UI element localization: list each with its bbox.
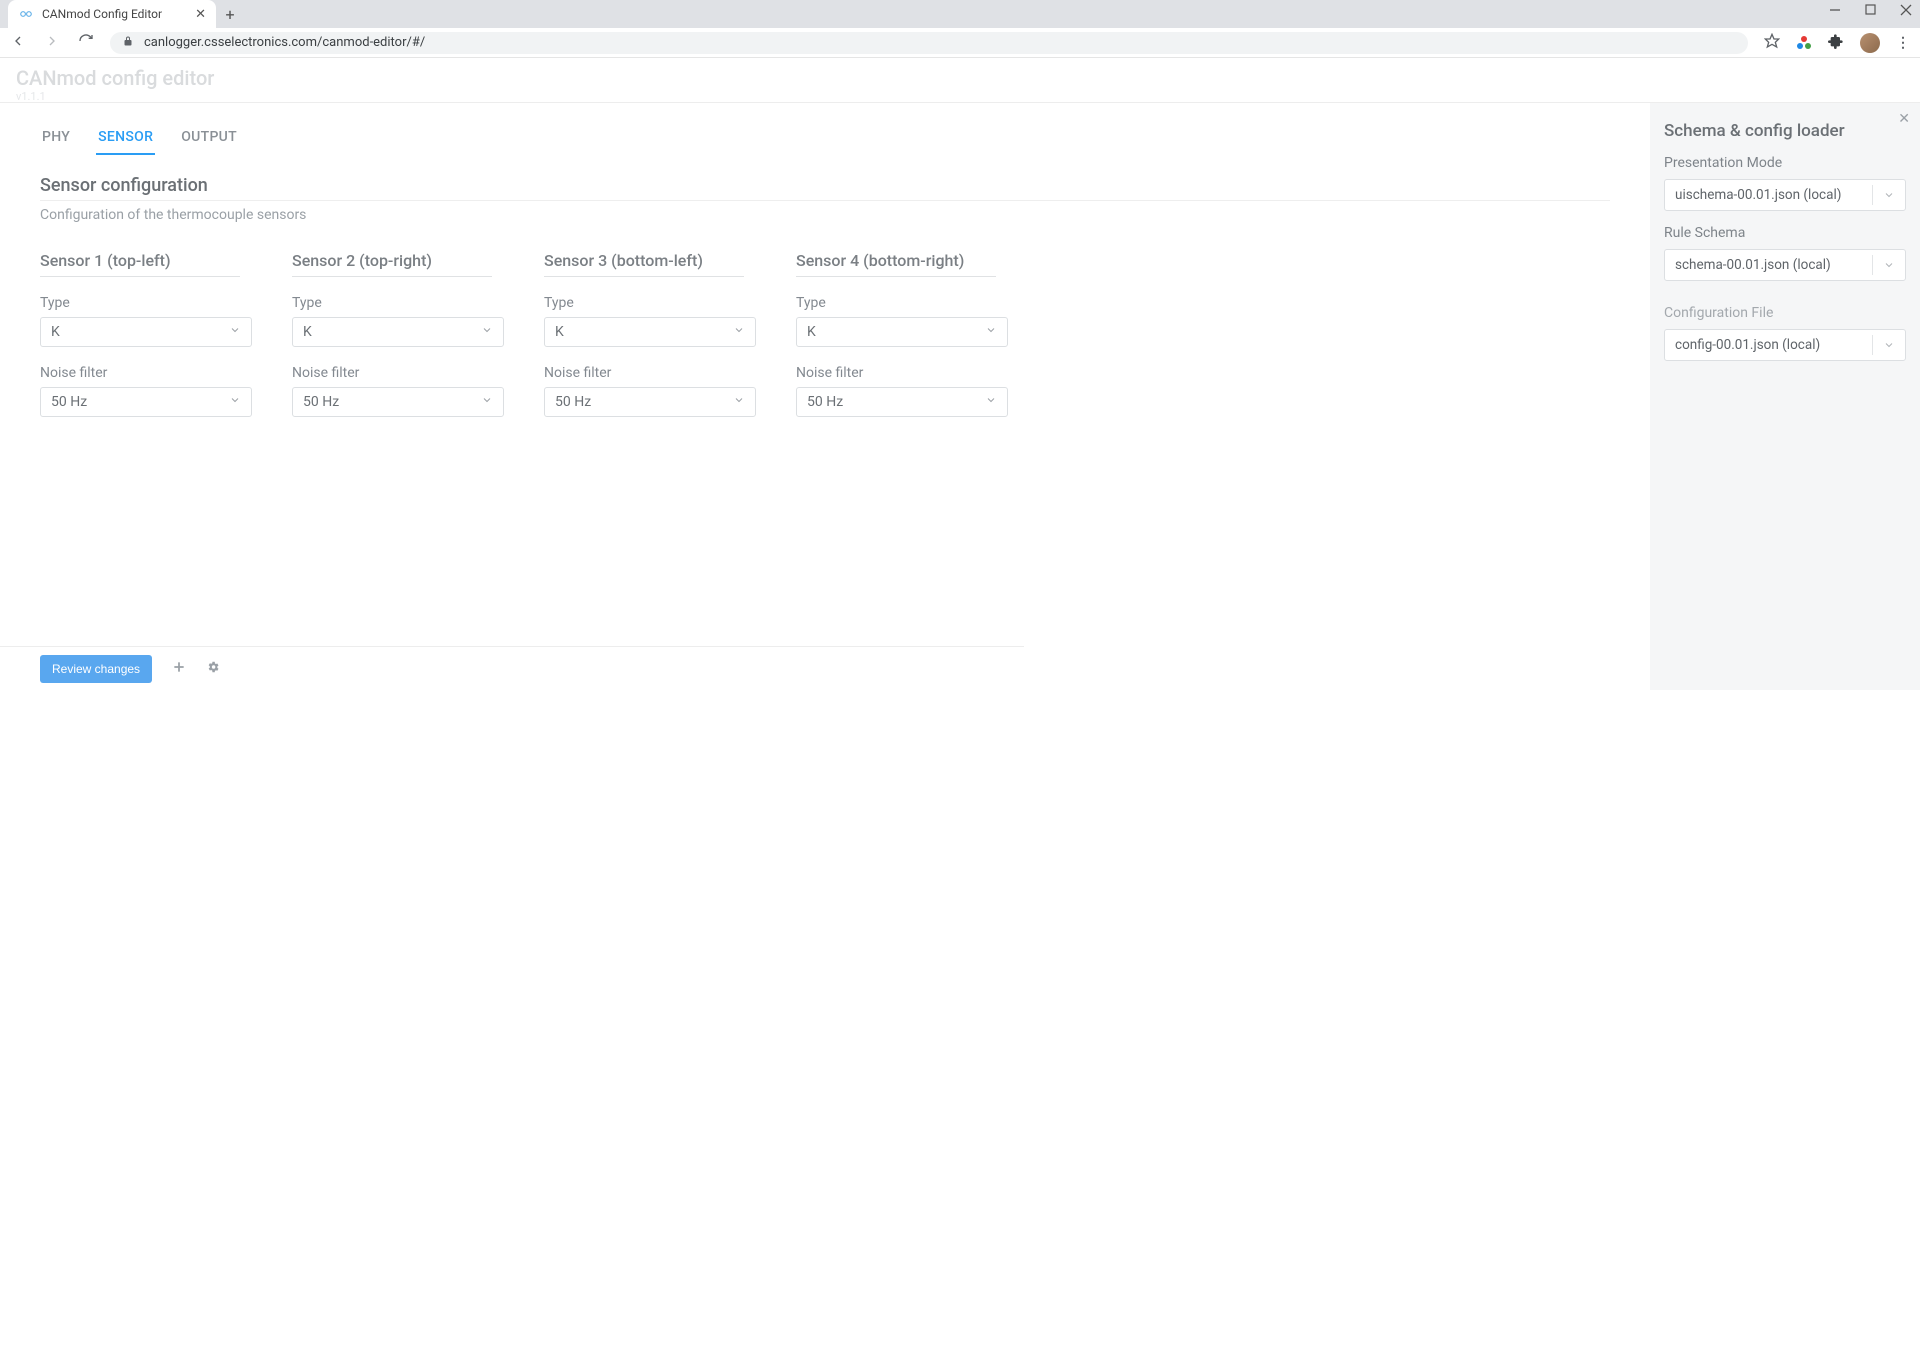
- url-text: canlogger.csselectronics.com/canmod-edit…: [144, 35, 425, 50]
- sensor-1-noise-value: 50 Hz: [51, 394, 87, 410]
- section-divider: [40, 200, 1610, 201]
- close-panel-icon[interactable]: ✕: [1898, 111, 1910, 127]
- chevron-down-icon: [481, 324, 493, 340]
- app-header: CANmod config editor v1.1.1: [0, 58, 1920, 102]
- chevron-down-icon: [733, 394, 745, 410]
- window-minimize-icon[interactable]: [1829, 4, 1841, 16]
- chevron-down-icon: [229, 394, 241, 410]
- forward-icon[interactable]: [44, 33, 60, 53]
- section-title: Sensor configuration: [40, 175, 1610, 196]
- sensor-4-noise-select[interactable]: 50 Hz: [796, 387, 1008, 417]
- sensor-3-type-select[interactable]: K: [544, 317, 756, 347]
- rule-schema-select[interactable]: schema-00.01.json (local): [1664, 249, 1906, 281]
- tab-title: CANmod Config Editor: [42, 7, 187, 21]
- tab-output[interactable]: OUTPUT: [179, 121, 239, 155]
- sensor-3-noise-value: 50 Hz: [555, 394, 591, 410]
- browser-menu-icon[interactable]: ⋮: [1896, 35, 1910, 51]
- chevron-down-icon: [481, 394, 493, 410]
- tab-phy[interactable]: PHY: [40, 121, 72, 155]
- sensor-3-title: Sensor 3 (bottom-left): [544, 251, 744, 277]
- sensor-4-title: Sensor 4 (bottom-right): [796, 251, 996, 277]
- chevron-down-icon: [229, 324, 241, 340]
- noise-label: Noise filter: [796, 365, 1012, 381]
- window-maximize-icon[interactable]: [1865, 4, 1876, 16]
- config-tabs: PHY SENSOR OUTPUT: [40, 121, 1610, 155]
- config-file-value: config-00.01.json (local): [1675, 337, 1820, 353]
- chevron-down-icon: [733, 324, 745, 340]
- reload-icon[interactable]: [78, 33, 94, 53]
- back-icon[interactable]: [10, 33, 26, 53]
- review-changes-button[interactable]: Review changes: [40, 655, 152, 683]
- sensor-3-noise-select[interactable]: 50 Hz: [544, 387, 756, 417]
- browser-tab-strip: CANmod Config Editor ✕ +: [0, 0, 1920, 28]
- window-close-icon[interactable]: [1900, 4, 1912, 16]
- sensor-2-type-select[interactable]: K: [292, 317, 504, 347]
- url-input[interactable]: canlogger.csselectronics.com/canmod-edit…: [110, 32, 1748, 54]
- sensor-4-type-value: K: [807, 324, 816, 340]
- sensor-3-type-value: K: [555, 324, 564, 340]
- chevron-down-icon: [985, 324, 997, 340]
- app-title: CANmod config editor: [16, 66, 1904, 90]
- presentation-mode-select[interactable]: uischema-00.01.json (local): [1664, 179, 1906, 211]
- side-panel-title: Schema & config loader: [1664, 121, 1906, 141]
- sensor-1-type-value: K: [51, 324, 60, 340]
- browser-address-bar: canlogger.csselectronics.com/canmod-edit…: [0, 28, 1920, 58]
- sensor-2: Sensor 2 (top-right) Type K Noise filter…: [292, 251, 508, 417]
- presentation-mode-value: uischema-00.01.json (local): [1675, 187, 1841, 203]
- lock-icon: [122, 35, 134, 50]
- sensor-1-title: Sensor 1 (top-left): [40, 251, 240, 277]
- schema-loader-panel: ✕ Schema & config loader Presentation Mo…: [1650, 103, 1920, 690]
- app-version: v1.1.1: [16, 90, 46, 103]
- favicon-icon: [18, 6, 34, 22]
- type-label: Type: [544, 295, 760, 311]
- chevron-down-icon: [985, 394, 997, 410]
- config-file-label: Configuration File: [1664, 305, 1906, 321]
- sensor-2-noise-value: 50 Hz: [303, 394, 339, 410]
- noise-label: Noise filter: [544, 365, 760, 381]
- config-file-select[interactable]: config-00.01.json (local): [1664, 329, 1906, 361]
- add-icon[interactable]: [172, 660, 186, 678]
- sensor-4-type-select[interactable]: K: [796, 317, 1008, 347]
- type-label: Type: [292, 295, 508, 311]
- sensor-1-noise-select[interactable]: 50 Hz: [40, 387, 252, 417]
- presentation-mode-label: Presentation Mode: [1664, 155, 1906, 171]
- tab-sensor[interactable]: SENSOR: [96, 121, 155, 155]
- bookmark-star-icon[interactable]: [1764, 33, 1780, 53]
- sensor-3: Sensor 3 (bottom-left) Type K Noise filt…: [544, 251, 760, 417]
- rule-schema-value: schema-00.01.json (local): [1675, 257, 1831, 273]
- extensions-puzzle-icon[interactable]: [1828, 33, 1844, 53]
- profile-avatar[interactable]: [1860, 33, 1880, 53]
- section-subtitle: Configuration of the thermocouple sensor…: [40, 207, 1610, 223]
- sensor-1: Sensor 1 (top-left) Type K Noise filter …: [40, 251, 256, 417]
- sensor-2-title: Sensor 2 (top-right): [292, 251, 492, 277]
- chevron-down-icon: [1872, 185, 1895, 205]
- sensor-2-noise-select[interactable]: 50 Hz: [292, 387, 504, 417]
- type-label: Type: [40, 295, 256, 311]
- type-label: Type: [796, 295, 1012, 311]
- sensor-4-noise-value: 50 Hz: [807, 394, 843, 410]
- close-tab-icon[interactable]: ✕: [195, 7, 206, 22]
- chevron-down-icon: [1872, 335, 1895, 355]
- extension-color-icon[interactable]: [1796, 35, 1812, 51]
- noise-label: Noise filter: [40, 365, 256, 381]
- chevron-down-icon: [1872, 255, 1895, 275]
- noise-label: Noise filter: [292, 365, 508, 381]
- sensor-2-type-value: K: [303, 324, 312, 340]
- browser-tab[interactable]: CANmod Config Editor ✕: [8, 0, 216, 28]
- gear-icon[interactable]: [206, 660, 220, 678]
- rule-schema-label: Rule Schema: [1664, 225, 1906, 241]
- new-tab-button[interactable]: +: [216, 0, 244, 28]
- bottom-toolbar: Review changes: [0, 646, 1024, 690]
- sensor-1-type-select[interactable]: K: [40, 317, 252, 347]
- sensor-4: Sensor 4 (bottom-right) Type K Noise fil…: [796, 251, 1012, 417]
